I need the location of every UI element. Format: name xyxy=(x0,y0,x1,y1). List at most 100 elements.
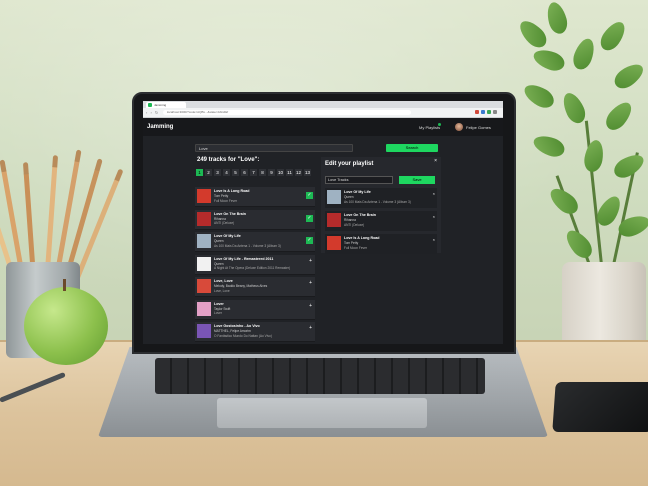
track-album: O Fantástico Mundo Do Nattan (Ao Vivo) xyxy=(214,333,272,338)
track-row: Love Gostosinho - Ao Vivo MATTHEL, Felipe… xyxy=(195,322,315,342)
track-album: Full Moon Fever xyxy=(214,198,238,203)
extension-icon[interactable] xyxy=(481,110,485,114)
track-artist: Rihanna xyxy=(344,218,356,222)
track-album: Full Moon Fever xyxy=(344,245,368,250)
results-title: 249 tracks for "Love": xyxy=(197,157,260,163)
track-artist: Tom Petty xyxy=(214,194,229,198)
page-button[interactable]: 13 xyxy=(304,169,311,176)
page-button[interactable]: 1 xyxy=(196,169,203,176)
track-album: Lover xyxy=(214,311,222,315)
track-name: Love, Love xyxy=(214,279,233,283)
track-name: Love Is A Long Road xyxy=(344,236,380,240)
page-button[interactable]: 10 xyxy=(277,169,284,176)
laptop-screen: Jamming ‹ › ↻ localhost:3000/?code=AQBx.… xyxy=(143,101,503,344)
user-name[interactable]: Felipe Gomes xyxy=(466,125,491,130)
track-artist: Rihanna xyxy=(214,216,226,221)
track-album: Love, Love xyxy=(214,288,230,293)
album-cover xyxy=(327,213,341,227)
album-cover xyxy=(197,301,211,316)
album-cover xyxy=(327,190,341,204)
my-playlists-link[interactable]: My Playlists xyxy=(419,125,440,130)
add-icon[interactable]: + xyxy=(309,258,312,264)
track-album: ANTI (Deluxe) xyxy=(344,222,365,227)
track-album: As 100 Mais Da Antena 1 - Volume 3 (Álbu… xyxy=(344,199,411,204)
page-button[interactable]: 8 xyxy=(259,169,266,176)
page-button[interactable]: 3 xyxy=(214,169,221,176)
check-icon[interactable]: ✓ xyxy=(306,214,313,222)
playlist-panel: Edit your playlist × Love Tracks Save Lo… xyxy=(321,157,441,254)
album-cover xyxy=(197,189,211,203)
album-cover xyxy=(197,256,211,271)
add-icon[interactable]: + xyxy=(309,303,312,309)
apple-stem xyxy=(63,279,66,291)
track-artist: Queen xyxy=(214,239,224,243)
track-row: Love On The Brain Rihanna ANTI (Deluxe) ✓ xyxy=(195,209,315,230)
playlist-panel-title: Edit your playlist xyxy=(325,161,374,167)
laptop-keyboard xyxy=(155,358,485,394)
page-button[interactable]: 2 xyxy=(205,169,212,176)
page-button[interactable]: 6 xyxy=(241,169,248,176)
playlist-track-row: Love On The Brain Rihanna ANTI (Deluxe) × xyxy=(325,211,437,231)
track-name: Love On The Brain xyxy=(344,213,376,217)
track-artist: Melody, Baddo Beany, Matheus Alves xyxy=(214,284,268,288)
browser-tab-title: Jamming xyxy=(154,103,167,107)
browser-tab-bar: Jamming xyxy=(143,101,503,108)
laptop-trackpad xyxy=(217,398,427,428)
remove-icon[interactable]: × xyxy=(433,237,435,242)
page-button[interactable]: 4 xyxy=(223,169,230,176)
album-cover xyxy=(197,211,211,226)
track-artist: MATTHEL, Felipe Amorim xyxy=(214,329,251,333)
page-button[interactable]: 7 xyxy=(250,169,257,176)
pagination: 1 2 3 4 5 6 7 8 9 10 11 12 13 xyxy=(196,169,314,176)
status-dot-icon xyxy=(438,123,441,126)
track-artist: Queen xyxy=(344,195,354,199)
track-name: Love Of My Life xyxy=(214,234,241,238)
album-cover xyxy=(197,234,211,248)
page-button[interactable]: 12 xyxy=(295,169,302,176)
extension-icon[interactable] xyxy=(487,110,491,114)
track-name: Love Of My Life xyxy=(344,190,371,194)
menu-icon[interactable] xyxy=(493,110,497,114)
search-input[interactable]: Love xyxy=(195,144,353,152)
check-icon[interactable]: ✓ xyxy=(306,192,313,199)
playlist-track-row: Love Is A Long Road Tom Petty Full Moon Fe… xyxy=(325,234,437,254)
avatar[interactable] xyxy=(455,123,463,131)
page-button[interactable]: 11 xyxy=(286,169,293,176)
track-row: Love Of My Life Queen As 100 Mais Da Anten… xyxy=(195,232,315,252)
track-artist: Taylor Swift xyxy=(214,306,231,311)
favicon-icon xyxy=(148,103,152,107)
album-cover xyxy=(197,324,211,338)
album-cover xyxy=(327,236,341,250)
playlist-name-input[interactable]: Love Tracks xyxy=(325,176,393,184)
address-bar[interactable]: localhost:3000/?code=AQBx...&state=AbCdE… xyxy=(163,110,411,115)
browser-toolbar: ‹ › ↻ localhost:3000/?code=AQBx...&state… xyxy=(143,108,503,118)
track-name: Love Is A Long Road xyxy=(214,189,250,193)
search-button[interactable]: Search xyxy=(386,144,438,152)
page-button[interactable]: 9 xyxy=(268,169,275,176)
track-row: Lover Taylor Swift Lover + xyxy=(195,299,315,320)
add-icon[interactable]: + xyxy=(309,325,312,331)
add-icon[interactable]: + xyxy=(309,280,312,286)
remove-icon[interactable]: × xyxy=(433,191,435,196)
smartphone xyxy=(552,382,648,432)
check-icon[interactable]: ✓ xyxy=(306,237,313,244)
track-row: Love, Love Melody, Baddo Beany, Matheus A… xyxy=(195,277,315,297)
track-row: Love Of My Life - Remastered 2011 Queen A … xyxy=(195,254,315,275)
track-name: Love On The Brain xyxy=(214,211,246,216)
nav-buttons[interactable]: ‹ › ↻ xyxy=(146,110,159,115)
save-button[interactable]: Save xyxy=(399,176,435,184)
close-icon[interactable]: × xyxy=(434,158,437,164)
extension-icons xyxy=(475,110,497,114)
app-logo[interactable]: Jamming xyxy=(147,124,173,130)
extension-icon[interactable] xyxy=(475,110,479,114)
apple xyxy=(24,287,108,365)
album-cover xyxy=(197,279,211,293)
remove-icon[interactable]: × xyxy=(433,214,435,219)
track-album: ANTI (Deluxe) xyxy=(214,221,235,225)
track-artist: Tom Petty xyxy=(344,241,359,245)
app-header: Jamming My Playlists Felipe Gomes xyxy=(143,118,503,136)
track-artist: Queen xyxy=(214,261,224,266)
browser-window: Jamming ‹ › ↻ localhost:3000/?code=AQBx.… xyxy=(143,101,503,344)
page-button[interactable]: 5 xyxy=(232,169,239,176)
track-name: Love Of My Life - Remastered 2011 xyxy=(214,256,274,261)
